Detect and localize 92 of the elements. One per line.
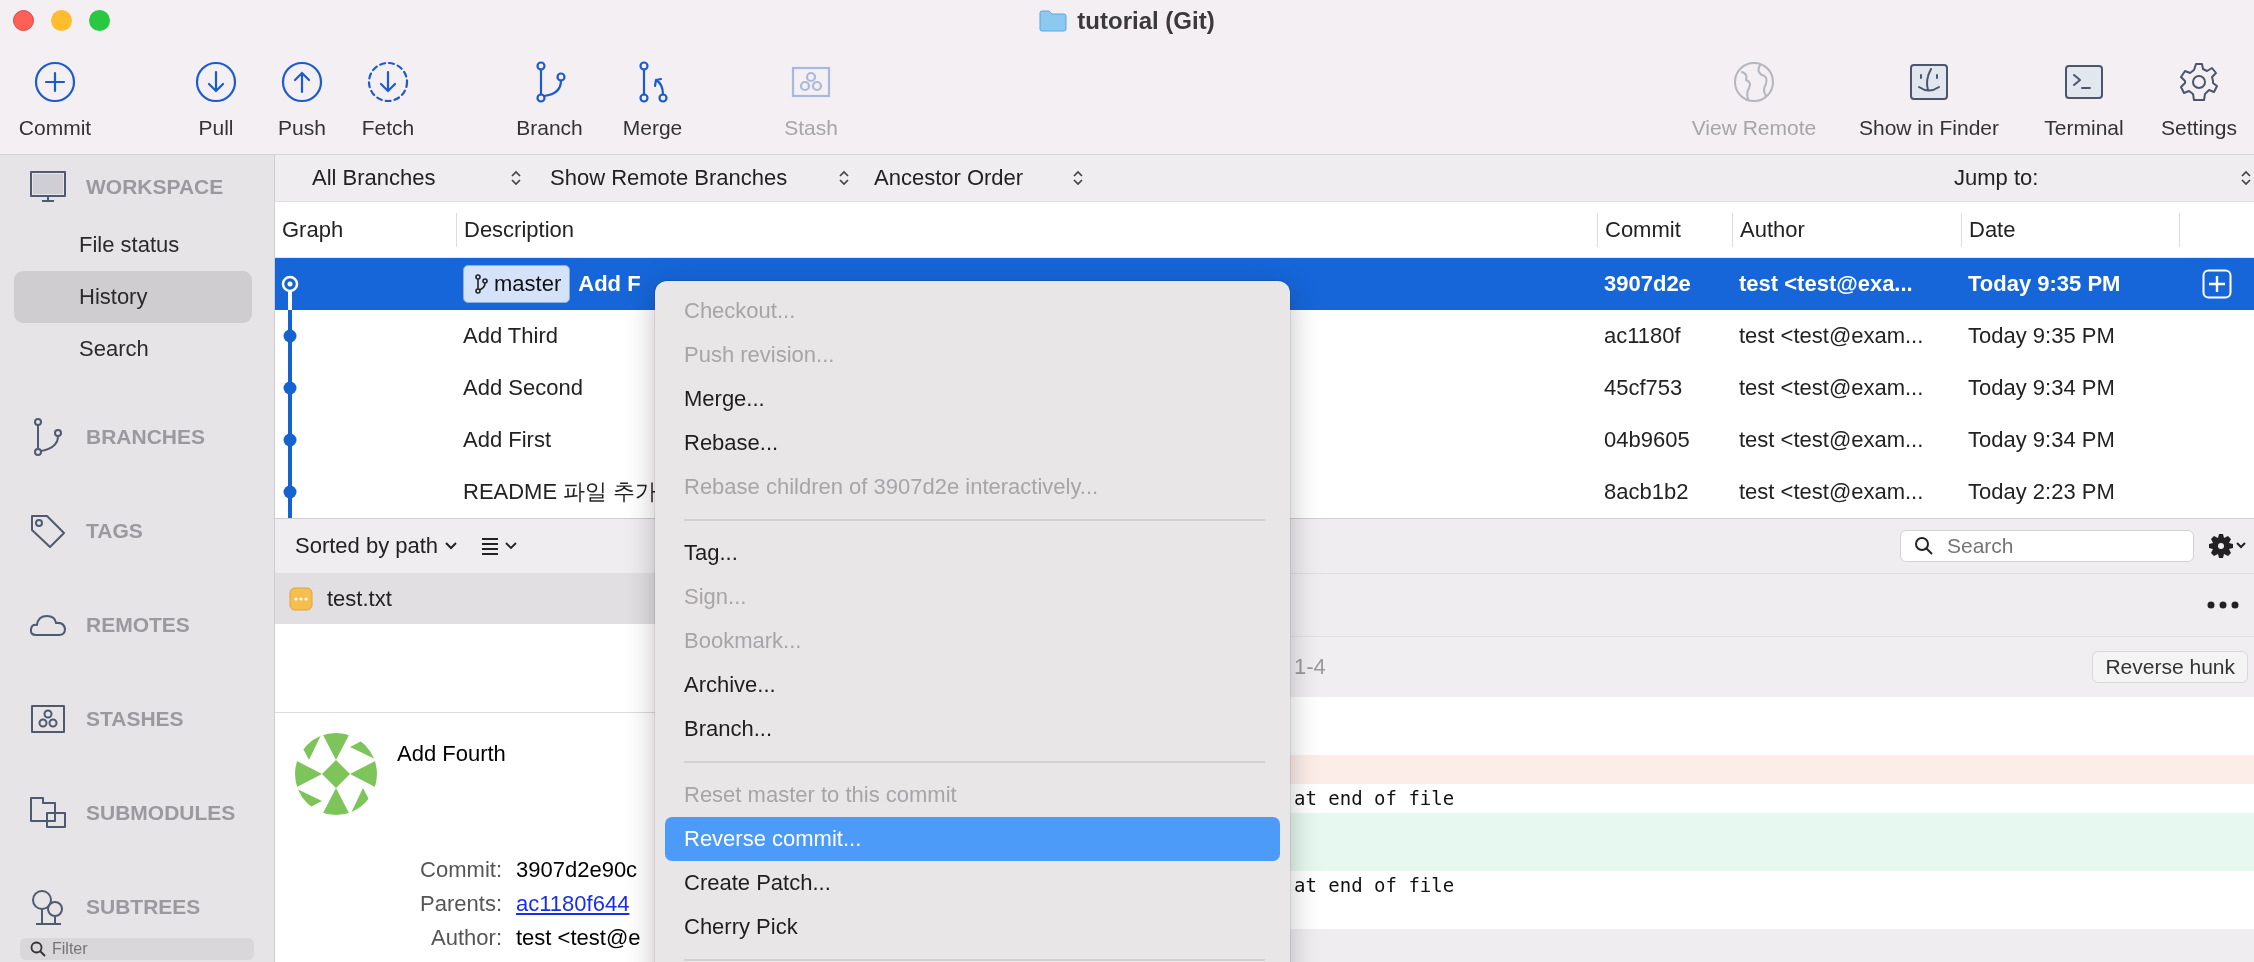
commit-message: Add First: [463, 427, 552, 453]
section-heading: SUBTREES: [86, 895, 201, 919]
search-icon: [1914, 536, 1934, 556]
search-field[interactable]: Search: [1900, 530, 2194, 562]
date-cell-text: Today 9:35 PM: [1967, 270, 2122, 298]
date-cell-text: Today 9:34 PM: [1967, 426, 2116, 454]
commit-message: Add Third: [463, 323, 558, 349]
close-button[interactable]: [13, 10, 34, 31]
author-cell-text: test <test@exam...: [1738, 374, 1925, 402]
author-cell-text: test <test@exam...: [1738, 426, 1925, 454]
avatar-icon: [295, 733, 377, 815]
updown-icon: [510, 169, 522, 187]
updown-icon: [2240, 169, 2252, 187]
pull-tool-button[interactable]: Pull: [173, 42, 259, 140]
commit-hash: 3907d2e: [1603, 270, 1692, 298]
commit-message: Add Second: [463, 375, 583, 401]
hunk-header: 1-4: [1294, 654, 1326, 680]
dropdown[interactable]: All Branches: [308, 165, 526, 191]
commit-hash: 8acb1b2: [1603, 478, 1690, 506]
date-cell-text: Today 9:35 PM: [1967, 322, 2116, 350]
jump-to-dropdown[interactable]: Jump to:: [1954, 165, 2254, 191]
section-heading: REMOTES: [86, 613, 190, 637]
sidebar-item[interactable]: History: [14, 271, 252, 323]
commit-subject: Add Fourth: [397, 741, 506, 767]
column-header[interactable]: Commit: [1597, 212, 1732, 247]
field-value: 3907d2e90c: [516, 857, 638, 883]
more-icon[interactable]: [2206, 600, 2240, 610]
field-label: Commit:: [419, 857, 502, 883]
sidebar-item[interactable]: Search: [14, 323, 252, 375]
field-label: Author:: [430, 925, 502, 951]
section-heading: BRANCHES: [86, 425, 205, 449]
diff-line: at end of file: [1293, 873, 1456, 898]
column-header[interactable]: Description: [456, 212, 1597, 247]
file-name: test.txt: [327, 586, 392, 612]
section-heading: TAGS: [86, 519, 143, 543]
section-heading: STASHES: [86, 707, 184, 731]
menu-item[interactable]: Archive...: [665, 663, 1280, 707]
menu-item[interactable]: Cherry Pick: [665, 905, 1280, 949]
plus-circle-icon: [33, 60, 77, 104]
down-arrow-circle-icon: [194, 60, 238, 104]
commit-tool-button[interactable]: Commit: [5, 42, 105, 140]
up-arrow-circle-icon: [280, 60, 324, 104]
updown-icon: [838, 169, 850, 187]
folder-icon: [1039, 10, 1068, 32]
commit-message: README 파일 추가: [463, 478, 658, 506]
branch-name: master: [494, 271, 562, 297]
menu-item[interactable]: Merge...: [665, 377, 1280, 421]
commit-hash: ac1180f: [1603, 322, 1682, 350]
field-label: Parents:: [419, 891, 502, 917]
column-header[interactable]: Date: [1961, 212, 2179, 247]
merge-tool-button[interactable]: Merge: [601, 42, 704, 140]
settings-icon: [2177, 60, 2221, 104]
updown-icon: [1072, 169, 1084, 187]
search-icon: [30, 941, 46, 957]
reverse-hunk-button[interactable]: Reverse hunk: [2092, 651, 2248, 683]
chevron-down-icon[interactable]: [444, 541, 459, 551]
push-tool-button[interactable]: Push: [259, 42, 345, 140]
author-cell-text: test <test@exam...: [1738, 478, 1925, 506]
menu-item[interactable]: Tag...: [665, 531, 1280, 575]
settings-tool-button[interactable]: Settings: [2144, 42, 2254, 140]
date-cell-text: Today 9:34 PM: [1967, 374, 2116, 402]
parent-link[interactable]: ac1180f644: [516, 891, 630, 917]
settings-icon[interactable]: [2208, 532, 2248, 560]
sort-dropdown[interactable]: Sorted by path: [295, 533, 439, 559]
date-cell-text: Today 2:23 PM: [1967, 478, 2116, 506]
diff-line: at end of file: [1293, 786, 1456, 811]
window-title: tutorial (Git): [1077, 7, 1215, 35]
menu-item[interactable]: Branch...: [665, 707, 1280, 751]
menu-item[interactable]: Create Patch...: [665, 861, 1280, 905]
fetch-tool-button[interactable]: Fetch: [345, 42, 431, 140]
section-heading: WORKSPACE: [86, 175, 224, 199]
dropdown[interactable]: Ancestor Order: [870, 165, 1088, 191]
section-heading: SUBMODULES: [86, 801, 236, 825]
branch-tool-button[interactable]: Branch: [498, 42, 601, 140]
commit-message: Add F: [578, 271, 641, 297]
sidebar-item[interactable]: File status: [14, 219, 252, 271]
dropdown[interactable]: Show Remote Branches: [546, 165, 854, 191]
author-cell-text: test <test@exam...: [1738, 322, 1925, 350]
filter-field[interactable]: Filter: [20, 938, 254, 960]
globe-icon: [1732, 60, 1776, 104]
commit-hash: 45cf753: [1603, 374, 1684, 402]
column-header[interactable]: Author: [1732, 212, 1961, 247]
field-value: test <test@e: [516, 925, 641, 951]
commit-hash: 04b9605: [1603, 426, 1691, 454]
terminal-tool-button[interactable]: Terminal: [2024, 42, 2144, 140]
column-header[interactable]: Graph: [275, 212, 456, 247]
plus-icon[interactable]: [2202, 269, 2232, 299]
modified-file-icon: [289, 587, 313, 611]
finder-tool-button[interactable]: Show in Finder: [1834, 42, 2024, 140]
menu-item[interactable]: Rebase...: [665, 421, 1280, 465]
author-cell-text: test <test@exa...: [1738, 270, 1914, 298]
branch-icon: [474, 274, 488, 294]
